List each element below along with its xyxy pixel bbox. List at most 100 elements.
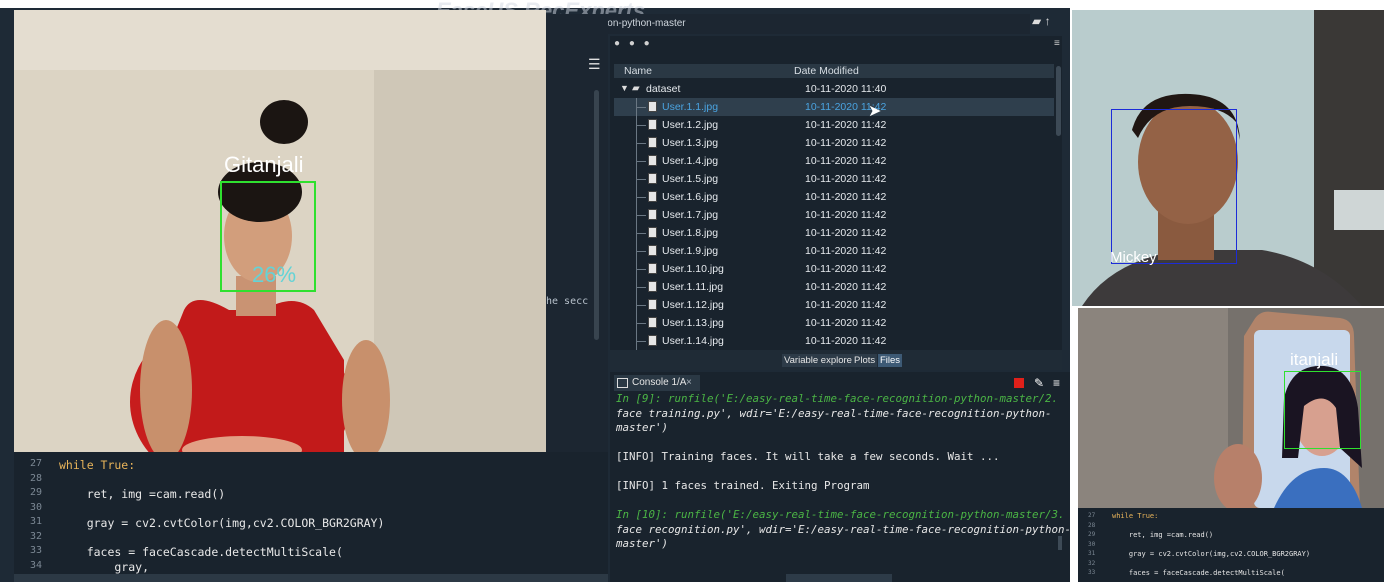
code-text: while True: [1112,512,1159,520]
close-icon[interactable]: × [686,375,692,391]
file-row[interactable]: User.1.10.jpg 10-11-2020 11:42 [614,260,1054,278]
code-text: gray = cv2.cvtColor(img,cv2.COLOR_BGR2GR… [59,516,385,530]
tab-variable-explorer[interactable]: Variable explorer [782,354,858,367]
line-number: 29 [1088,531,1096,538]
image-file-icon [648,317,657,328]
tree-guide [636,215,646,216]
tab-plots[interactable]: Plots [852,354,878,367]
console-menu-icon[interactable]: ≡ [1053,376,1060,390]
console-tab-label: Console 1/A [632,377,687,388]
file-row[interactable]: User.1.14.jpg 10-11-2020 11:42 [614,332,1054,350]
console-line: In [9]: runfile('E:/easy-real-time-face-… [616,392,1059,405]
file-name: User.1.2.jpg [662,119,719,131]
file-name: User.1.10.jpg [662,263,724,275]
file-name: User.1.12.jpg [662,299,724,311]
code-line: 33 faces = faceCascade.detectMultiScale( [1078,569,1384,579]
confidence-label-left: 26% [252,262,297,287]
tree-guide [636,251,646,252]
files-toolbar-icons[interactable]: ● ● ● [614,38,653,49]
tree-guide [636,269,646,270]
image-file-icon [648,191,657,202]
file-date: 10-11-2020 11:42 [805,299,887,311]
tree-guide [636,305,646,306]
tree-guide [636,107,646,108]
folder-open-icon[interactable]: ▰ ↑ [1032,14,1051,28]
code-editor[interactable]: 27 while True: 28 29 ret, img =cam.read() 30… [14,452,608,574]
mouse-cursor-icon: ➤ [868,103,882,120]
file-row[interactable]: User.1.11.jpg 10-11-2020 11:42 [614,278,1054,296]
recognized-name-right-bottom: itanjali [1290,350,1339,369]
image-file-icon [648,155,657,166]
line-number: 32 [29,530,42,542]
file-date: 10-11-2020 11:42 [805,137,887,149]
image-file-icon [648,173,657,184]
file-row[interactable]: User.1.8.jpg 10-11-2020 11:42 [614,224,1054,242]
code-text: gray, [59,559,150,574]
stop-icon[interactable] [1014,378,1024,388]
tree-guide [636,125,646,126]
line-number: 30 [1088,540,1096,548]
working-directory-path[interactable]: ace-recognition-python-master [546,14,1030,34]
code-line: 30 [1078,541,1384,551]
console-scrollbar[interactable] [1058,536,1062,550]
editor-scrollbar[interactable] [594,90,599,340]
image-file-icon [648,137,657,148]
file-name: User.1.4.jpg [662,155,719,167]
line-number: 28 [1088,521,1096,529]
code-line: 32 [1078,560,1384,570]
line-number: 31 [29,516,42,527]
file-row[interactable]: User.1.1.jpg 10-11-2020 11:42 [614,98,1054,116]
code-text: faces = faceCascade.detectMultiScale( [59,545,343,559]
file-date: 10-11-2020 11:42 [805,245,887,257]
file-date: 10-11-2020 11:42 [805,173,887,185]
folder-icon: ▰ [632,83,640,94]
file-row[interactable]: User.1.13.jpg 10-11-2020 11:42 [614,314,1054,332]
file-date: 10-11-2020 11:42 [805,155,887,167]
files-tree-header: Name Date Modified [614,64,1054,78]
file-name: User.1.8.jpg [662,227,719,239]
tree-guide [636,287,646,288]
line-number: 33 [1088,569,1096,576]
file-row[interactable]: User.1.12.jpg 10-11-2020 11:42 [614,296,1054,314]
code-line: 27 while True: [1078,512,1384,522]
recognized-name-right-top: Mickey [1110,249,1157,266]
image-file-icon [648,263,657,274]
file-row[interactable]: User.1.9.jpg 10-11-2020 11:42 [614,242,1054,260]
image-file-icon [648,335,657,346]
file-name: User.1.5.jpg [662,173,719,185]
console-line: [INFO] 1 faces trained. Exiting Program [616,479,870,492]
files-pane-menu-icon[interactable]: ≡ [1054,38,1060,49]
clear-console-icon[interactable]: ✎ [1034,376,1044,390]
file-row[interactable]: User.1.6.jpg 10-11-2020 11:42 [614,188,1054,206]
editor-horizontal-scrollbar[interactable] [14,574,608,582]
tab-files[interactable]: Files [878,354,903,367]
console-bottom-tabs[interactable] [786,574,892,582]
image-file-icon [648,209,657,220]
image-file-icon [648,101,657,112]
file-row[interactable]: User.1.3.jpg 10-11-2020 11:42 [614,134,1054,152]
file-row[interactable]: User.1.5.jpg 10-11-2020 11:42 [614,170,1054,188]
code-text: ret, img =cam.read() [1112,531,1214,539]
files-scrollbar[interactable] [1056,66,1061,136]
file-name: User.1.1.jpg [662,101,719,113]
file-date: 10-11-2020 11:42 [805,281,887,293]
editor-options-menu-icon[interactable]: ☰ [588,56,601,73]
file-row[interactable]: User.1.7.jpg 10-11-2020 11:42 [614,206,1054,224]
tree-guide [636,197,646,198]
tree-folder-dataset[interactable]: ▼ ▰ dataset 10-11-2020 11:40 [614,80,1054,98]
file-name: User.1.3.jpg [662,137,719,149]
file-row[interactable]: User.1.2.jpg 10-11-2020 11:42 [614,116,1054,134]
tab-console[interactable]: Console 1/A × [614,375,700,391]
line-number: 27 [1088,512,1096,519]
column-date-modified[interactable]: Date Modified [794,65,859,77]
file-name: User.1.9.jpg [662,245,719,257]
file-row[interactable]: User.1.4.jpg 10-11-2020 11:42 [614,152,1054,170]
column-name[interactable]: Name [624,65,652,77]
console-line: master') [616,537,669,550]
console-line: face training.py', wdir='E:/easy-real-ti… [616,406,1052,420]
chevron-down-icon[interactable]: ▼ [620,83,629,93]
line-number: 27 [29,458,42,469]
tree-guide [636,179,646,180]
